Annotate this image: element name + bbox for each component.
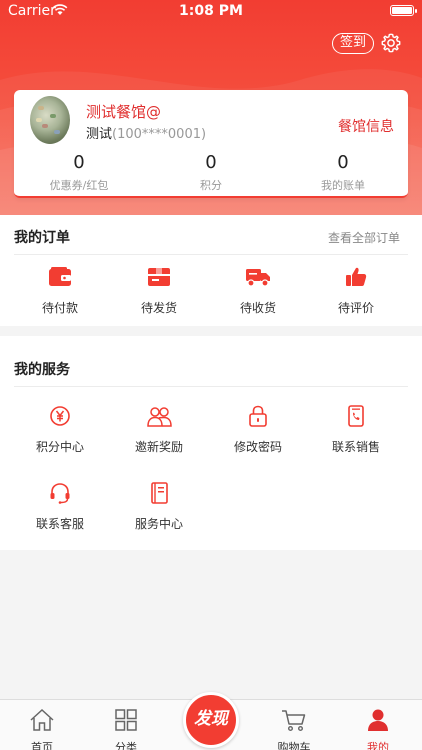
checkin-button[interactable]: 签到 (332, 33, 374, 54)
tab-label: 首页 (31, 741, 53, 750)
grid-icon (115, 709, 137, 731)
user-name: 测试 (86, 127, 113, 142)
service-item-label: 邀新奖励 (134, 440, 183, 454)
shop-info-link[interactable]: 餐馆信息 (338, 116, 394, 136)
order-pending-shipment[interactable]: 待发货 (109, 266, 209, 316)
divider (14, 254, 408, 255)
services-title: 我的服务 (14, 362, 70, 378)
orders-section: 我的订单 查看全部订单 待付款 待发货 待收货 待评价 (0, 215, 422, 326)
gear-icon[interactable] (380, 32, 402, 54)
profile-card: 测试餐馆@ 测试(100****0001) 餐馆信息 0 优惠券/红包 0 积分… (14, 90, 408, 198)
tab-cart[interactable]: 购物车 (264, 708, 324, 750)
service-contact-support[interactable]: 联系客服 (10, 482, 110, 532)
services-section: 我的服务 积分中心 邀新奖励 修改密码 联系销售 联系客服 服务中心 (0, 336, 422, 550)
service-center[interactable]: 服务中心 (109, 482, 209, 532)
headset-icon (50, 483, 70, 504)
stat-points[interactable]: 0 积分 (146, 152, 276, 193)
tab-home[interactable]: 首页 (12, 708, 72, 750)
stat-value: 0 (337, 152, 349, 173)
stat-bills[interactable]: 0 我的账单 (278, 152, 408, 193)
service-item-label: 积分中心 (35, 440, 84, 454)
service-points-center[interactable]: 积分中心 (10, 405, 110, 455)
user-icon (368, 709, 388, 731)
package-icon (148, 268, 170, 286)
tab-bar: 首页 分类 发现 购物车 我的 (0, 692, 422, 750)
wallet-icon (49, 267, 71, 286)
battery-icon (390, 5, 417, 16)
order-pending-receipt[interactable]: 待收货 (208, 266, 308, 316)
order-item-label: 待付款 (41, 301, 78, 315)
yen-icon (50, 406, 70, 426)
service-item-label: 联系客服 (35, 517, 84, 531)
service-change-password[interactable]: 修改密码 (208, 405, 308, 455)
lock-icon (249, 405, 267, 427)
avatar[interactable] (30, 96, 70, 144)
tab-mine[interactable]: 我的 (348, 708, 408, 750)
service-item-label: 服务中心 (134, 517, 183, 531)
divider (14, 386, 408, 387)
service-invite-rewards[interactable]: 邀新奖励 (109, 405, 209, 455)
stat-label: 积分 (200, 179, 222, 192)
stat-value: 0 (205, 152, 217, 173)
view-all-orders-link[interactable]: 查看全部订单 (328, 229, 400, 246)
stat-label: 优惠券/红包 (49, 179, 109, 192)
stat-coupons[interactable]: 0 优惠券/红包 (14, 152, 144, 193)
phone-icon (348, 405, 364, 427)
order-item-label: 待收货 (239, 301, 276, 315)
user-line: 测试(100****0001) (86, 123, 206, 142)
cart-icon (282, 710, 306, 732)
user-phone: (100****0001) (112, 127, 207, 142)
clock: 1:08 PM (179, 3, 243, 19)
stat-value: 0 (73, 152, 85, 173)
order-item-label: 待评价 (337, 301, 374, 315)
thumbs-up-icon (346, 267, 367, 286)
tab-category[interactable]: 分类 (96, 708, 156, 750)
book-icon (151, 482, 168, 504)
service-item-label: 联系销售 (331, 440, 380, 454)
truck-icon (246, 269, 270, 287)
service-contact-sales[interactable]: 联系销售 (306, 405, 406, 455)
tab-label: 分类 (115, 741, 137, 750)
shop-name: 测试餐馆@ (86, 103, 162, 121)
tab-label: 购物车 (277, 741, 311, 750)
stat-label: 我的账单 (321, 179, 365, 192)
orders-title: 我的订单 (14, 230, 70, 246)
order-pending-review[interactable]: 待评价 (306, 266, 406, 316)
order-pending-payment[interactable]: 待付款 (10, 266, 110, 316)
tab-label: 我的 (367, 741, 389, 750)
status-bar: Carrier 1:08 PM (0, 0, 422, 22)
tab-discover[interactable]: 发现 (183, 692, 239, 748)
order-item-label: 待发货 (140, 301, 177, 315)
service-item-label: 修改密码 (233, 440, 282, 454)
users-icon (147, 407, 172, 427)
home-icon (30, 708, 54, 731)
